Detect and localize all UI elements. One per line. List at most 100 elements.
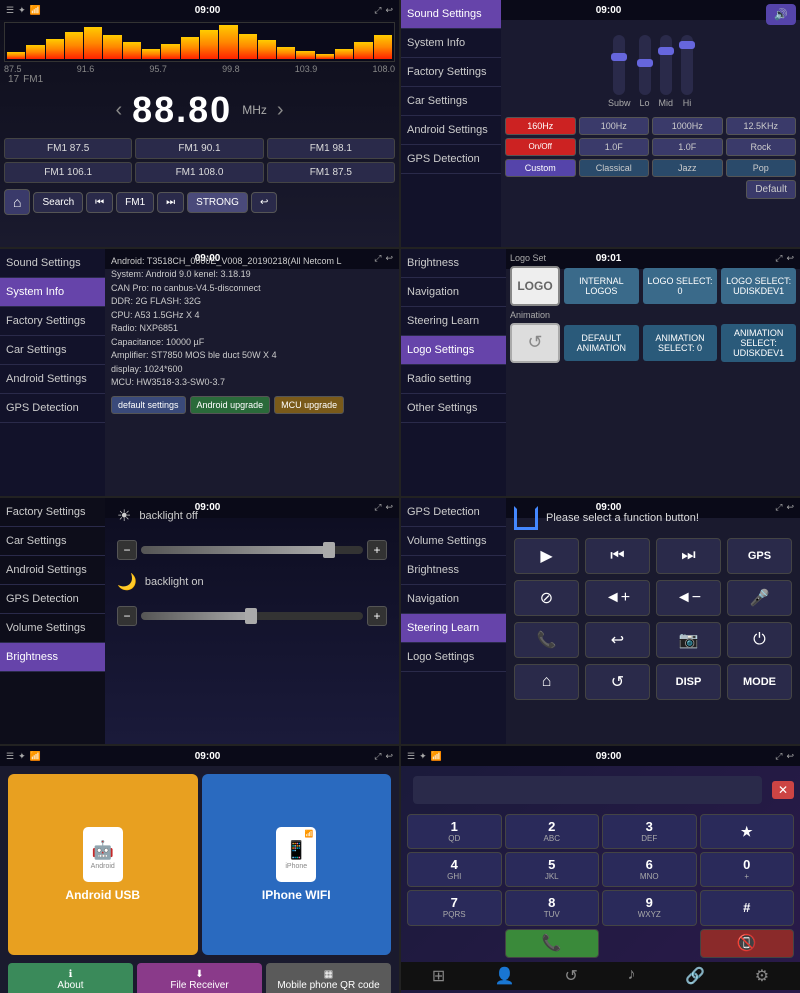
android-upgrade-btn[interactable]: Android upgrade	[190, 396, 271, 414]
sidebar-system-info[interactable]: System Info	[401, 29, 501, 58]
key-7[interactable]: 7 PQRS	[407, 890, 502, 925]
sidebar-car[interactable]: Car Settings	[0, 336, 105, 365]
backlight-off-track[interactable]	[141, 546, 363, 554]
sidebar-android[interactable]: Android Settings	[0, 365, 105, 394]
qr-code-btn[interactable]: ▦ Mobile phone QR code	[266, 963, 391, 993]
steer-power[interactable]: ⏻	[727, 622, 792, 658]
eq-val-4[interactable]: Rock	[726, 138, 797, 156]
preset-btn-2[interactable]: FM1 90.1	[135, 138, 263, 159]
sidebar-navigation[interactable]: Navigation	[401, 585, 506, 614]
sidebar-volume[interactable]: Volume Settings	[401, 527, 506, 556]
sidebar-factory[interactable]: Factory Settings	[0, 307, 105, 336]
key-4[interactable]: 4 GHI	[407, 852, 502, 887]
sidebar-android[interactable]: Android Settings	[0, 556, 105, 585]
sidebar-brightness[interactable]: Brightness	[401, 556, 506, 585]
iphone-wifi-option[interactable]: 📶 📱 iPhone IPhone WIFI	[202, 774, 392, 955]
sidebar-android-settings[interactable]: Android Settings	[401, 116, 501, 145]
backlight-off-plus[interactable]: +	[367, 540, 387, 560]
sidebar-sound[interactable]: Sound Settings	[0, 249, 105, 278]
steer-mute[interactable]: ⊘	[514, 580, 579, 616]
sidebar-brightness[interactable]: Brightness	[401, 249, 506, 278]
end-call-button[interactable]: 📵	[700, 929, 795, 959]
eq-val-2[interactable]: 1.0F	[579, 138, 650, 156]
key-8[interactable]: 8 TUV	[505, 890, 600, 925]
anim-select-0-btn[interactable]: ANIMATION SELECT: 0	[643, 325, 718, 361]
sound-icon-btn[interactable]: 🔊	[766, 4, 796, 25]
mcu-upgrade-btn[interactable]: MCU upgrade	[274, 396, 344, 414]
sidebar-steering[interactable]: Steering Learn	[401, 614, 506, 643]
key-2[interactable]: 2 ABC	[505, 814, 600, 849]
lo-slider[interactable]	[639, 35, 651, 95]
backlight-off-minus[interactable]: −	[117, 540, 137, 560]
preset-btn-4[interactable]: FM1 106.1	[4, 162, 132, 183]
sidebar-steering[interactable]: Steering Learn	[401, 307, 506, 336]
key-0plus[interactable]: 0 +	[700, 852, 795, 887]
steer-mic[interactable]: 🎤	[727, 580, 792, 616]
phone-link-btn[interactable]: 🔗	[685, 966, 705, 986]
eq-val-3[interactable]: 1.0F	[652, 138, 723, 156]
phone-settings-btn[interactable]: ⚙	[755, 966, 769, 986]
sidebar-gps[interactable]: GPS Detection	[401, 498, 506, 527]
logo-select-0-btn[interactable]: LOGO SELECT: 0	[643, 268, 718, 304]
phone-music-btn[interactable]: ♪	[628, 966, 636, 986]
key-9[interactable]: 9 WXYZ	[602, 890, 697, 925]
eq-125khz[interactable]: 12.5KHz	[726, 117, 797, 135]
sidebar-navigation[interactable]: Navigation	[401, 278, 506, 307]
freq-down-arrow[interactable]: ‹	[115, 99, 122, 122]
key-hash[interactable]: #	[700, 890, 795, 925]
sidebar-car-settings[interactable]: Car Settings	[401, 87, 501, 116]
sidebar-radio[interactable]: Radio setting	[401, 365, 506, 394]
phone-recents-btn[interactable]: ↺	[564, 966, 577, 986]
default-settings-btn[interactable]: default settings	[111, 396, 186, 414]
steer-mode[interactable]: MODE	[727, 664, 792, 700]
logo-select-udisk-btn[interactable]: LOGO SELECT: UDISKDEV1	[721, 268, 796, 304]
key-5[interactable]: 5 JKL	[505, 852, 600, 887]
about-btn[interactable]: ℹ About	[8, 963, 133, 993]
strong-button[interactable]: STRONG	[187, 192, 248, 213]
file-receiver-btn[interactable]: ⬇ File Receiver	[137, 963, 262, 993]
anim-select-udisk-btn[interactable]: ANIMATION SELECT: UDISKDEV1	[721, 324, 796, 362]
internal-logos-btn[interactable]: INTERNAL LOGOS	[564, 268, 639, 304]
preset-jazz[interactable]: Jazz	[652, 159, 723, 177]
preset-btn-6[interactable]: FM1 87.5	[267, 162, 395, 183]
backlight-on-plus[interactable]: +	[367, 606, 387, 626]
steer-return[interactable]: ↩	[585, 622, 650, 658]
freq-up-arrow[interactable]: ›	[277, 99, 284, 122]
preset-classical[interactable]: Classical	[579, 159, 650, 177]
eq-160hz[interactable]: 160Hz	[505, 117, 576, 135]
key-1[interactable]: 1 QD	[407, 814, 502, 849]
default-button[interactable]: Default	[746, 180, 796, 199]
back-button[interactable]: ↩	[251, 192, 277, 213]
search-button[interactable]: Search	[33, 192, 83, 213]
steer-home[interactable]: ⌂	[514, 664, 579, 700]
call-button[interactable]: 📞	[505, 929, 600, 959]
key-star[interactable]: ★	[700, 814, 795, 849]
home-button[interactable]: ⌂	[4, 189, 30, 215]
sidebar-sound-settings[interactable]: Sound Settings	[401, 0, 501, 29]
next-button[interactable]: ⏭	[157, 192, 184, 213]
key-3[interactable]: 3 DEF	[602, 814, 697, 849]
sidebar-car[interactable]: Car Settings	[0, 527, 105, 556]
android-usb-option[interactable]: 🤖 Android Android USB	[8, 774, 198, 955]
preset-custom[interactable]: Custom	[505, 159, 576, 177]
default-animation-btn[interactable]: DEFAULT ANIMATION	[564, 325, 639, 361]
steer-play[interactable]: ▶	[514, 538, 579, 574]
preset-pop[interactable]: Pop	[726, 159, 797, 177]
phone-contacts-btn[interactable]: 👤	[495, 966, 515, 986]
sidebar-factory[interactable]: Factory Settings	[0, 498, 105, 527]
sidebar-gps-detection[interactable]: GPS Detection	[401, 145, 501, 174]
steer-call[interactable]: 📞	[514, 622, 579, 658]
band-button[interactable]: FM1	[116, 192, 154, 213]
sidebar-logo[interactable]: Logo Settings	[401, 643, 506, 672]
sidebar-gps[interactable]: GPS Detection	[0, 394, 105, 423]
eq-1khz[interactable]: 1000Hz	[652, 117, 723, 135]
backlight-on-track[interactable]	[141, 612, 363, 620]
preset-btn-1[interactable]: FM1 87.5	[4, 138, 132, 159]
preset-btn-3[interactable]: FM1 98.1	[267, 138, 395, 159]
eq-val-1[interactable]: On/Off	[505, 138, 576, 156]
preset-btn-5[interactable]: FM1 108.0	[135, 162, 263, 183]
subw-slider[interactable]	[613, 35, 625, 95]
steer-camera[interactable]: 📷	[656, 622, 721, 658]
sidebar-factory-settings[interactable]: Factory Settings	[401, 58, 501, 87]
steer-next[interactable]: ⏭	[656, 538, 721, 574]
